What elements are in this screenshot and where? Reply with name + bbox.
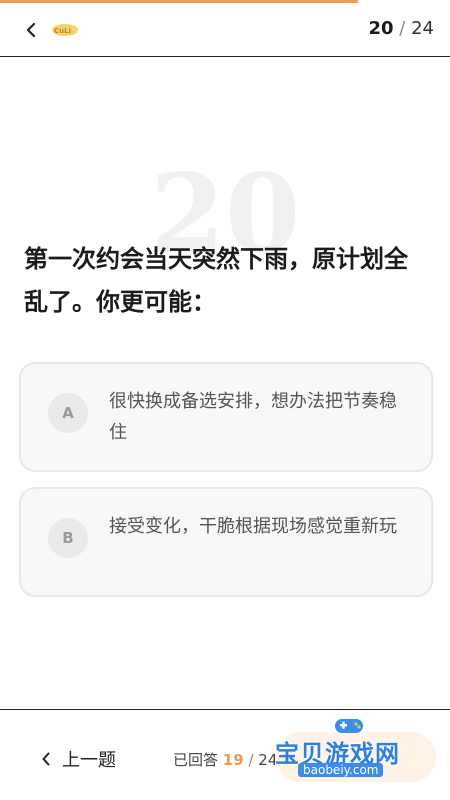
previous-question-label: 上一题 bbox=[62, 750, 116, 771]
svg-text:CuLi: CuLi bbox=[54, 27, 71, 35]
total-question-count: 24 bbox=[411, 18, 434, 39]
question-counter: 20 / 24 bbox=[368, 18, 434, 39]
current-question-number: 20 bbox=[368, 18, 394, 39]
app-logo: CuLi bbox=[52, 24, 78, 36]
watermark-url: baobeiy.com bbox=[298, 763, 384, 777]
chevron-left-icon bbox=[42, 752, 50, 766]
option-letter-badge: A bbox=[48, 393, 88, 433]
option-a[interactable]: A 很快换成备选安排，想办法把节奏稳住 bbox=[19, 362, 433, 472]
back-button[interactable] bbox=[20, 17, 42, 43]
option-text: 接受变化，干脆根据现场感觉重新玩 bbox=[109, 516, 397, 537]
answered-number: 19 bbox=[222, 751, 244, 769]
answered-label: 已回答 bbox=[173, 751, 219, 769]
option-letter-badge: B bbox=[48, 518, 88, 558]
option-b[interactable]: B 接受变化，干脆根据现场感觉重新玩 bbox=[19, 487, 433, 597]
site-watermark: 宝贝游戏网 baobeiy.com bbox=[270, 714, 420, 786]
answered-count: 已回答 19 / 24 bbox=[173, 749, 277, 770]
previous-question-button[interactable]: 上一题 bbox=[42, 746, 116, 772]
option-text: 很快换成备选安排，想办法把节奏稳住 bbox=[109, 391, 397, 443]
chevron-left-icon bbox=[26, 22, 36, 38]
top-bar: CuLi 20 / 24 bbox=[0, 3, 450, 57]
gamepad-icon bbox=[335, 719, 363, 733]
counter-separator: / bbox=[399, 18, 406, 39]
answered-separator: / bbox=[248, 751, 254, 769]
question-text: 第一次约会当天突然下雨，原计划全乱了。你更可能： bbox=[24, 245, 408, 316]
